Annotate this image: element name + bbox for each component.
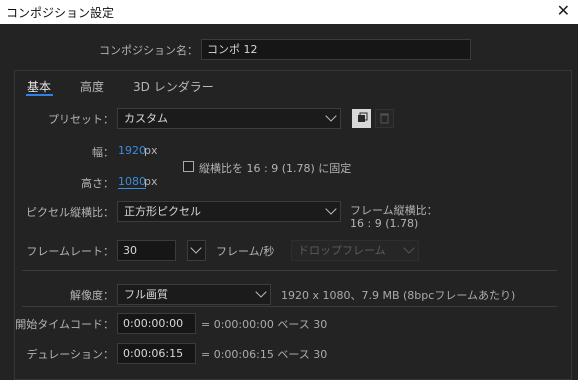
preset-label: プリセット： — [48, 113, 114, 126]
drop-frame-value: ドロップフレーム — [298, 244, 386, 257]
chevron-down-icon — [403, 242, 415, 254]
pixel-aspect-label: ピクセル縦横比： — [26, 206, 114, 219]
chevron-down-icon — [190, 242, 202, 254]
frame-rate-label: フレームレート： — [26, 245, 114, 258]
drop-frame-select[interactable]: ドロップフレーム — [291, 240, 419, 261]
duration-input[interactable]: 0:00:06:15 — [117, 343, 196, 364]
save-preset-icon — [358, 112, 368, 122]
duration-info: = 0:00:06:15 ベース 30 — [201, 348, 328, 361]
height-label: 高さ： — [81, 177, 114, 190]
duration-label: デュレーション： — [26, 348, 114, 361]
preset-select[interactable]: カスタム — [117, 108, 341, 129]
chevron-down-icon — [255, 286, 267, 298]
chevron-down-icon — [325, 203, 337, 215]
height-unit: px — [144, 175, 158, 188]
resolution-value: フル画質 — [124, 288, 168, 301]
preset-value: カスタム — [124, 112, 168, 125]
frame-rate-dropdown[interactable] — [187, 240, 206, 261]
tab-3d-renderer[interactable]: 3D レンダラー — [133, 78, 214, 95]
separator — [22, 306, 557, 307]
lock-aspect-label: 縦横比を 16 : 9 (1.78) に固定 — [199, 162, 352, 175]
composition-name-input[interactable]: コンポ 12 — [201, 39, 471, 60]
height-value[interactable]: 1080 — [118, 175, 146, 189]
resolution-label: 解像度： — [70, 289, 114, 302]
tab-basic[interactable]: 基本 — [27, 78, 51, 95]
resolution-info: 1920 x 1080、7.9 MB (8bpcフレームあたり) — [281, 289, 516, 302]
frame-rate-input[interactable]: 30 — [117, 240, 176, 261]
width-value[interactable]: 1920 — [118, 144, 146, 157]
resolution-select[interactable]: フル画質 — [117, 284, 271, 305]
start-timecode-info: = 0:00:00:00 ベース 30 — [201, 318, 328, 331]
frame-aspect-label: フレーム縦横比： — [350, 204, 438, 217]
composition-name-label: コンポジション名： — [99, 44, 198, 57]
tab-advanced[interactable]: 高度 — [80, 78, 104, 95]
title-bar: コンポジション設定 ✕ — [0, 0, 578, 24]
trash-icon — [380, 113, 389, 124]
save-preset-button[interactable] — [352, 109, 371, 128]
chevron-down-icon — [325, 110, 337, 122]
start-timecode-label: 開始タイムコード： — [15, 318, 114, 331]
tab-active-indicator — [26, 94, 53, 96]
start-timecode-input[interactable]: 0:00:00:00 — [117, 313, 196, 334]
window-title: コンポジション設定 — [6, 6, 115, 20]
frame-aspect-value: 16 : 9 (1.78) — [350, 217, 419, 230]
width-label: 幅： — [92, 146, 114, 159]
delete-preset-button[interactable] — [375, 109, 394, 128]
close-icon[interactable]: ✕ — [557, 1, 570, 20]
pixel-aspect-select[interactable]: 正方形ピクセル — [117, 201, 341, 222]
separator — [22, 270, 557, 271]
width-unit: px — [144, 144, 158, 157]
lock-aspect-checkbox[interactable] — [183, 161, 194, 172]
frame-rate-unit: フレーム/秒 — [216, 245, 275, 258]
pixel-aspect-value: 正方形ピクセル — [124, 205, 201, 218]
